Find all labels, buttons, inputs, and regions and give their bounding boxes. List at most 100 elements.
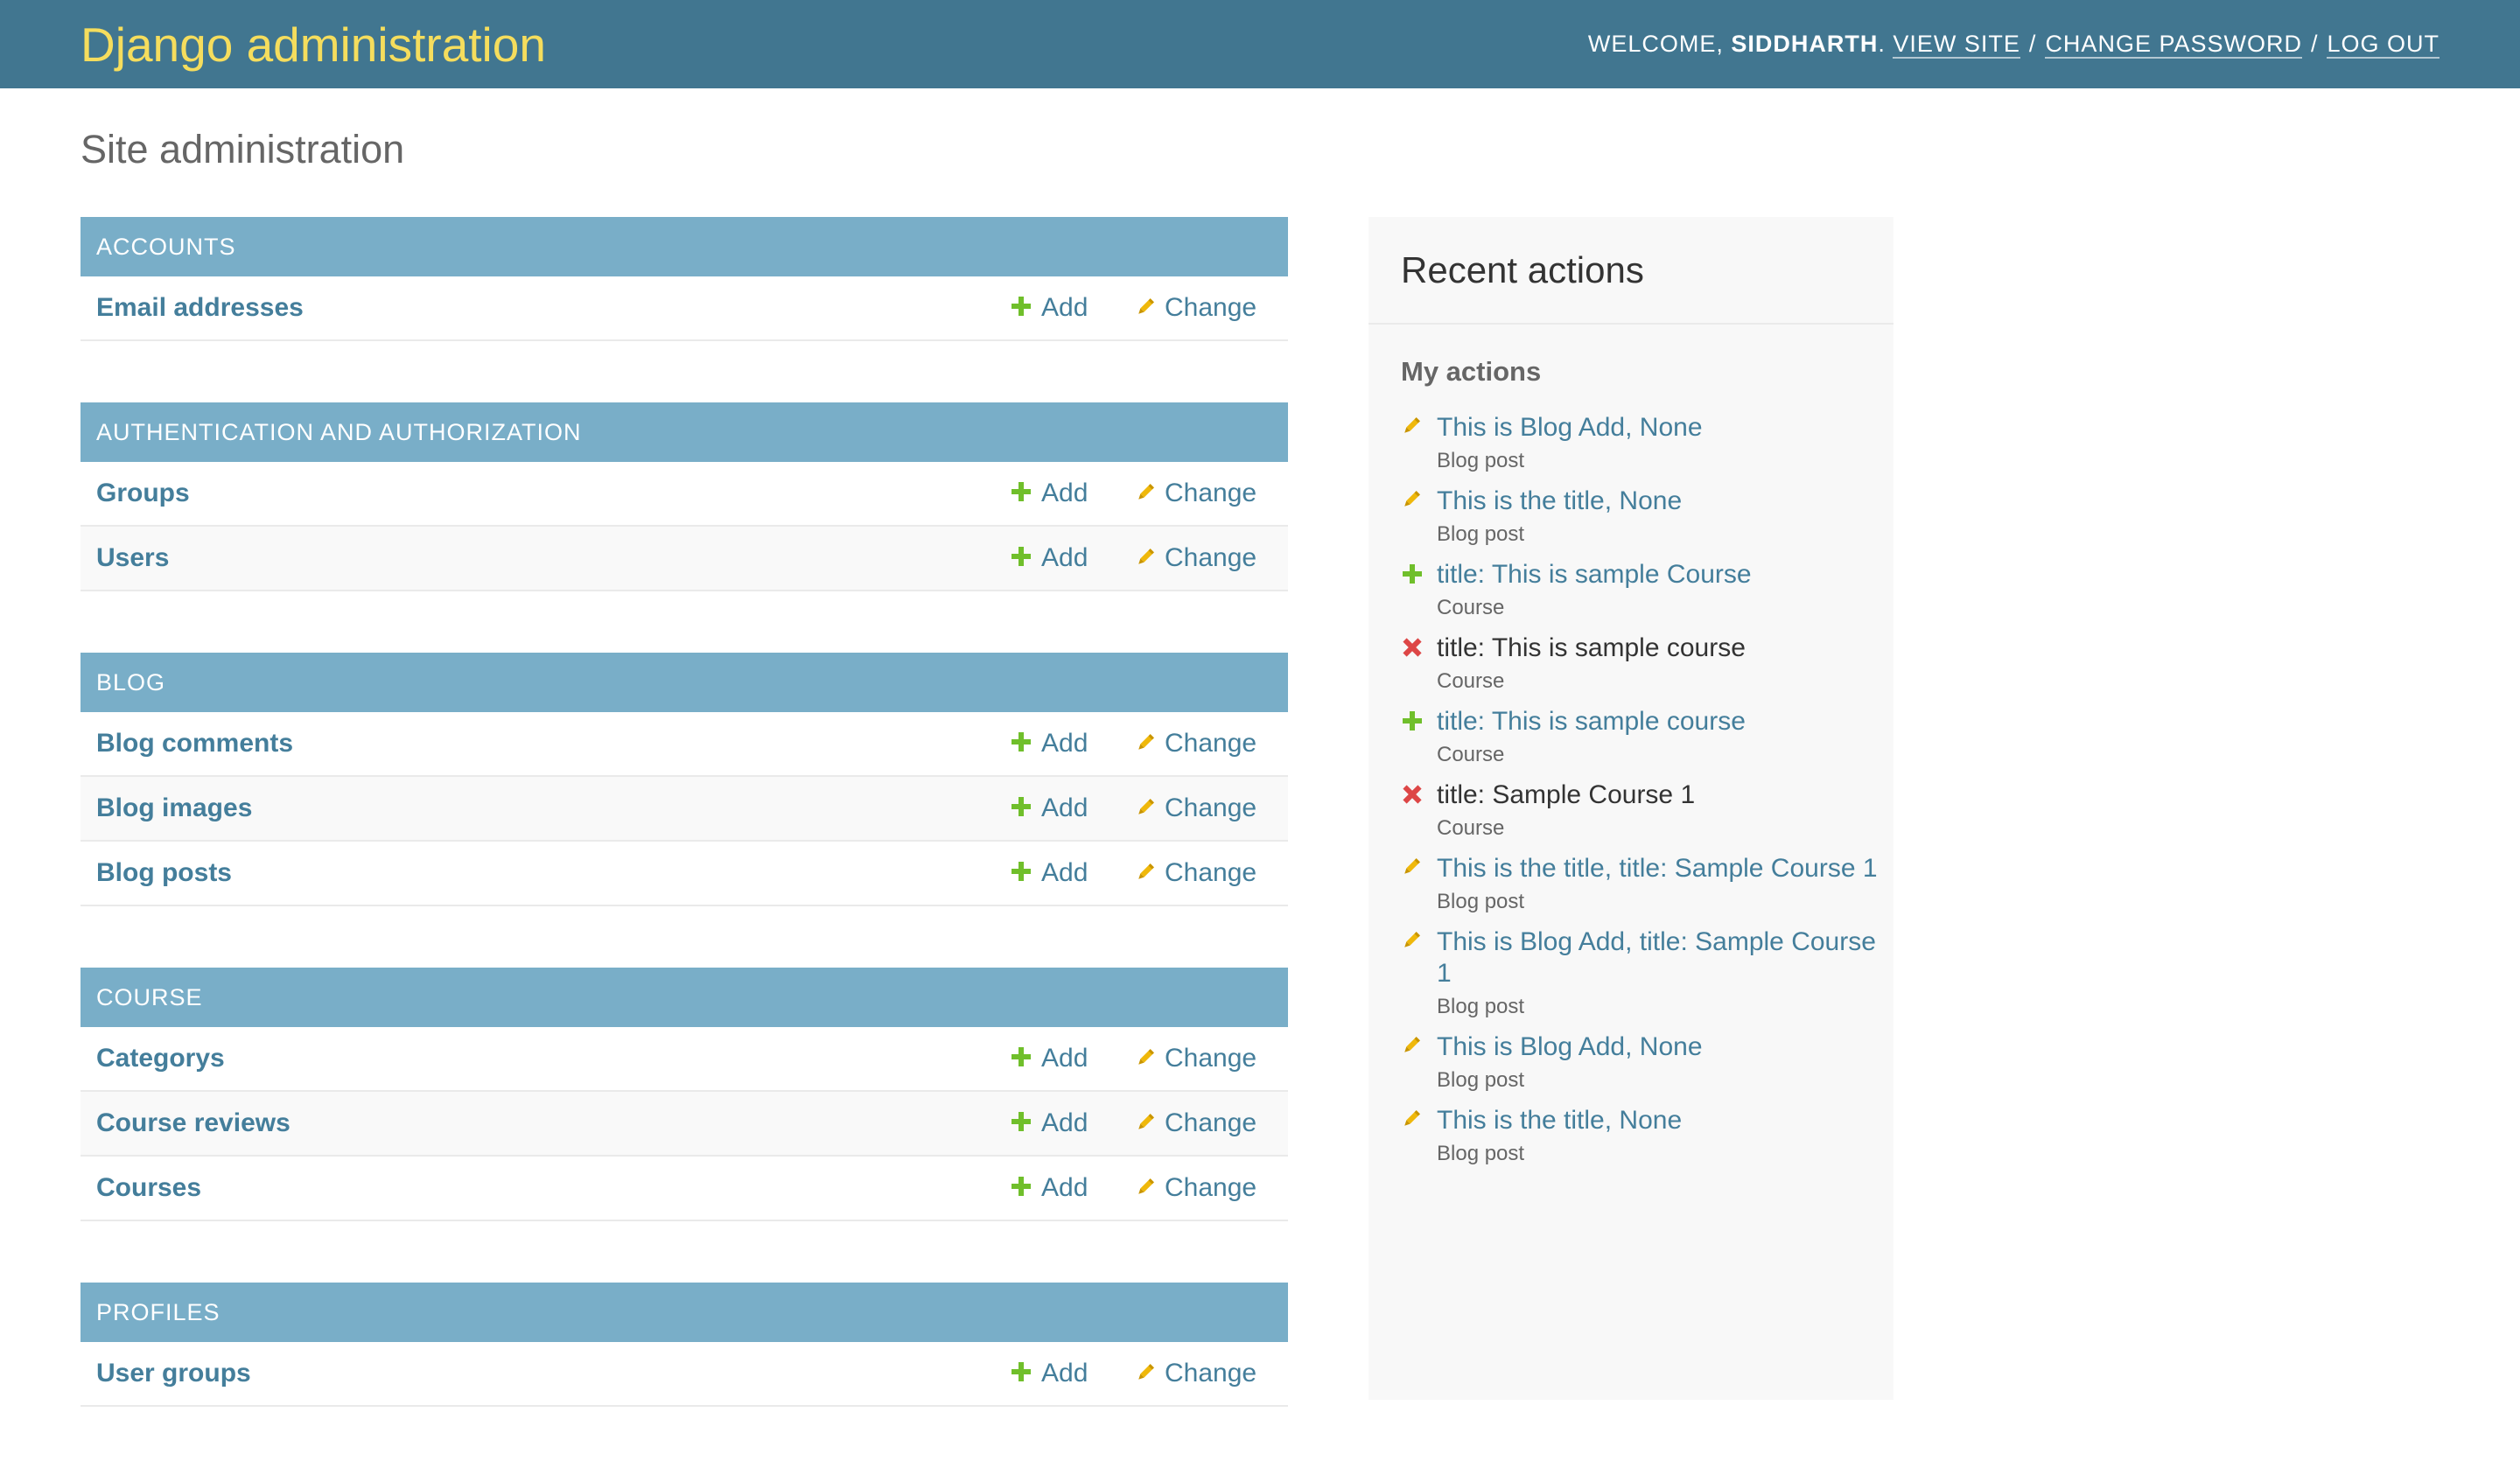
- model-link[interactable]: Blog images: [96, 793, 252, 823]
- plus-icon: [1010, 542, 1032, 575]
- add-link[interactable]: Add: [1010, 1092, 1088, 1155]
- action-content-type: Blog post: [1437, 1068, 1525, 1092]
- action-content-type: Blog post: [1437, 890, 1525, 913]
- plus-icon: [1010, 478, 1032, 510]
- plus-icon: [1010, 1172, 1032, 1205]
- change-link[interactable]: Change: [1135, 777, 1256, 840]
- plus-icon: [1010, 292, 1032, 325]
- change-link[interactable]: Change: [1135, 462, 1256, 525]
- module-blog: BLOG Blog comments Add Change Blog images Add…: [80, 653, 1288, 906]
- plus-icon: [1010, 857, 1032, 890]
- recent-action-item: This is the title, None Blog post: [1401, 486, 1894, 547]
- plus-icon: [1010, 728, 1032, 760]
- change-link[interactable]: Change: [1135, 1092, 1256, 1155]
- add-label: Add: [1041, 793, 1088, 822]
- welcome-text: WELCOME,: [1587, 31, 1724, 57]
- add-label: Add: [1041, 293, 1088, 322]
- recent-action-item: title: This is sample Course Course: [1401, 559, 1894, 620]
- model-row-courses: Courses Add Change: [80, 1157, 1288, 1221]
- action-title[interactable]: This is the title, title: Sample Course …: [1437, 853, 1894, 884]
- action-title[interactable]: This is Blog Add, title: Sample Course 1: [1437, 926, 1894, 989]
- model-link[interactable]: User groups: [96, 1359, 251, 1388]
- change-link[interactable]: Change: [1135, 527, 1256, 590]
- add-link[interactable]: Add: [1010, 842, 1088, 905]
- pencil-icon: [1401, 856, 1427, 883]
- view-site-link[interactable]: VIEW SITE: [1893, 31, 2020, 59]
- pencil-icon: [1135, 295, 1156, 325]
- change-label: Change: [1165, 479, 1257, 507]
- plus-icon: [1401, 710, 1427, 736]
- recent-action-item: This is the title, title: Sample Course …: [1401, 853, 1894, 914]
- action-content-type: Course: [1437, 816, 1505, 840]
- change-link[interactable]: Change: [1135, 1157, 1256, 1220]
- add-link[interactable]: Add: [1010, 1342, 1088, 1405]
- action-title[interactable]: This is the title, None: [1437, 486, 1894, 517]
- module-accounts: ACCOUNTS Email addresses Add Change: [80, 217, 1288, 341]
- model-row-user-groups: User groups Add Change: [80, 1342, 1288, 1407]
- add-link[interactable]: Add: [1010, 527, 1088, 590]
- recent-action-item: This is Blog Add, title: Sample Course 1…: [1401, 926, 1894, 1019]
- change-link[interactable]: Change: [1135, 842, 1256, 905]
- pencil-icon: [1401, 1035, 1427, 1061]
- plus-icon: [1010, 1108, 1032, 1140]
- add-link[interactable]: Add: [1010, 276, 1088, 339]
- model-link[interactable]: Groups: [96, 479, 190, 508]
- my-actions-heading: My actions: [1401, 356, 1542, 387]
- recent-actions-module: Recent actions My actions This is Blog A…: [1368, 217, 1894, 1400]
- pencil-icon: [1135, 731, 1156, 760]
- change-link[interactable]: Change: [1135, 1342, 1256, 1405]
- model-link[interactable]: Course reviews: [96, 1108, 290, 1138]
- change-link[interactable]: Change: [1135, 1027, 1256, 1090]
- username: SIDDHARTH: [1731, 31, 1879, 57]
- change-label: Change: [1165, 729, 1257, 758]
- action-content-type: Course: [1437, 596, 1505, 619]
- module-caption[interactable]: COURSE: [80, 968, 1288, 1027]
- model-row-blog-images: Blog images Add Change: [80, 777, 1288, 842]
- model-row-email-addresses: Email addresses Add Change: [80, 276, 1288, 341]
- add-link[interactable]: Add: [1010, 1157, 1088, 1220]
- module-caption[interactable]: AUTHENTICATION AND AUTHORIZATION: [80, 402, 1288, 462]
- add-label: Add: [1041, 729, 1088, 758]
- change-link[interactable]: Change: [1135, 276, 1256, 339]
- action-title: title: Sample Course 1: [1437, 780, 1696, 809]
- model-link[interactable]: Categorys: [96, 1044, 225, 1073]
- change-password-link[interactable]: CHANGE PASSWORD: [2045, 31, 2302, 59]
- change-label: Change: [1165, 293, 1257, 322]
- plus-icon: [1010, 793, 1032, 825]
- action-title[interactable]: This is Blog Add, None: [1437, 412, 1894, 444]
- model-link[interactable]: Users: [96, 543, 169, 573]
- log-out-link[interactable]: LOG OUT: [2327, 31, 2440, 59]
- action-title[interactable]: title: This is sample Course: [1437, 559, 1894, 591]
- module-caption[interactable]: PROFILES: [80, 1283, 1288, 1342]
- app-list: ACCOUNTS Email addresses Add Change AUTHENTI…: [80, 217, 1288, 1468]
- model-row-groups: Groups Add Change: [80, 462, 1288, 527]
- pencil-icon: [1135, 1360, 1156, 1390]
- add-label: Add: [1041, 1173, 1088, 1202]
- model-link[interactable]: Blog posts: [96, 858, 232, 888]
- change-link[interactable]: Change: [1135, 712, 1256, 775]
- add-link[interactable]: Add: [1010, 1027, 1088, 1090]
- action-content-type: Course: [1437, 669, 1505, 693]
- add-link[interactable]: Add: [1010, 777, 1088, 840]
- model-link[interactable]: Blog comments: [96, 729, 293, 758]
- recent-action-item: This is Blog Add, None Blog post: [1401, 412, 1894, 473]
- pencil-icon: [1135, 1110, 1156, 1140]
- change-label: Change: [1165, 543, 1257, 572]
- plus-icon: [1401, 563, 1427, 589]
- module-authentication-and-authorization: AUTHENTICATION AND AUTHORIZATION Groups Ad…: [80, 402, 1288, 591]
- model-link[interactable]: Courses: [96, 1173, 201, 1203]
- action-title[interactable]: title: This is sample course: [1437, 706, 1894, 737]
- action-content-type: Course: [1437, 743, 1505, 766]
- model-link[interactable]: Email addresses: [96, 293, 304, 323]
- add-link[interactable]: Add: [1010, 462, 1088, 525]
- add-label: Add: [1041, 479, 1088, 507]
- recent-action-item: This is Blog Add, None Blog post: [1401, 1031, 1894, 1093]
- module-caption[interactable]: BLOG: [80, 653, 1288, 712]
- action-title[interactable]: This is Blog Add, None: [1437, 1031, 1894, 1063]
- add-label: Add: [1041, 1044, 1088, 1073]
- module-caption[interactable]: ACCOUNTS: [80, 217, 1288, 276]
- delete-x-icon: [1401, 783, 1427, 809]
- site-branding[interactable]: Django administration: [80, 17, 546, 73]
- action-title[interactable]: This is the title, None: [1437, 1105, 1894, 1136]
- add-link[interactable]: Add: [1010, 712, 1088, 775]
